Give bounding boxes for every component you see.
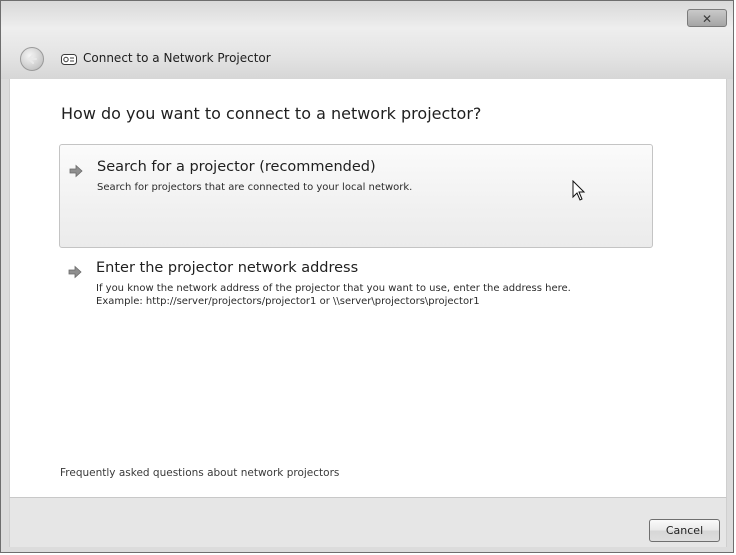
back-arrow-icon [28,54,37,64]
footer-bar: Cancel [9,497,727,547]
close-icon: ✕ [701,12,713,26]
close-button[interactable]: ✕ [687,9,727,27]
option-description: Search for projectors that are connected… [97,181,412,194]
green-arrow-icon [69,164,83,178]
option-title: Enter the projector network address [96,260,359,276]
option-title: Search for a projector (recommended) [97,159,376,175]
faq-link[interactable]: Frequently asked questions about network… [60,467,339,479]
option-description: If you know the network address of the p… [96,282,641,308]
content-area: How do you want to connect to a network … [9,79,727,497]
cancel-button[interactable]: Cancel [649,519,720,542]
green-arrow-icon [68,265,82,279]
mouse-pointer-icon [572,180,586,201]
description-line: If you know the network address of the p… [96,283,571,294]
window-title: Connect to a Network Projector [83,51,271,65]
back-button[interactable] [20,47,44,71]
title-bar: ✕ Connect to a Network Projector [1,1,733,79]
description-example: Example: http://server/projectors/projec… [96,296,480,307]
page-heading: How do you want to connect to a network … [61,104,482,123]
search-projector-option[interactable]: Search for a projector (recommended) Sea… [59,144,653,248]
connect-projector-window: ✕ Connect to a Network Projector How do … [0,0,734,553]
enter-address-option[interactable]: Enter the projector network address If y… [59,257,653,341]
description-line: Search for projectors that are connected… [97,182,413,193]
network-projector-icon [61,54,77,65]
